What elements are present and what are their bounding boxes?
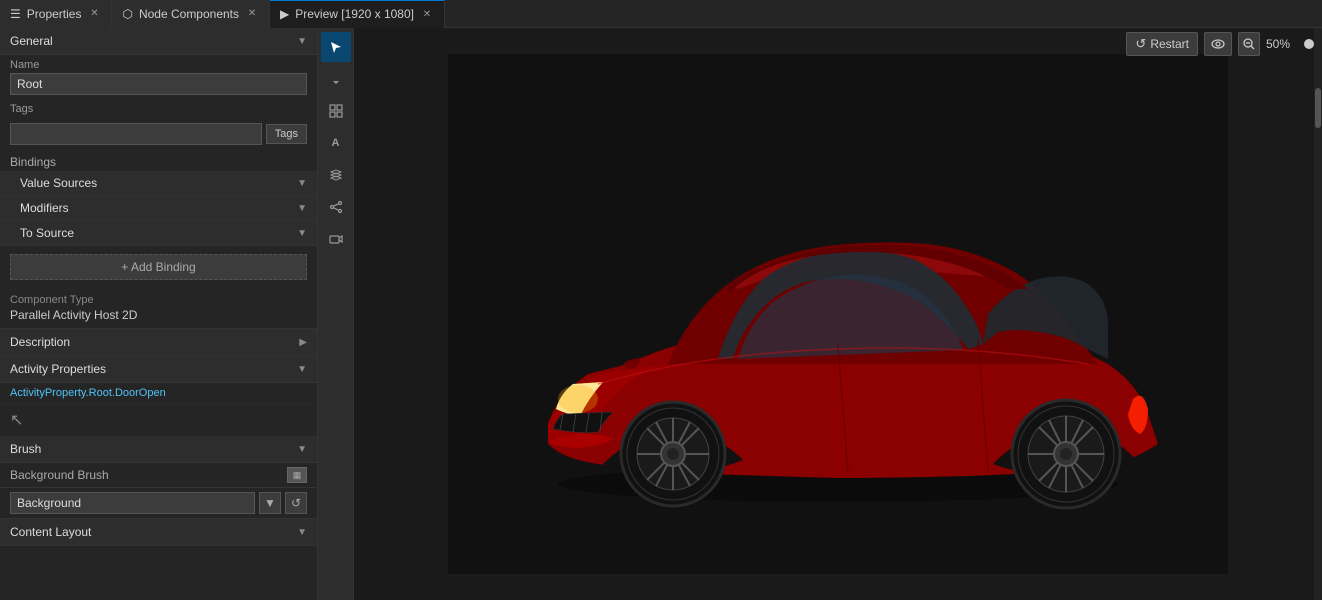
brush-title: Brush (10, 442, 41, 456)
activity-properties-title: Activity Properties (10, 362, 106, 376)
close-properties-tab[interactable]: ✕ (87, 7, 101, 21)
general-collapse-arrow: ▼ (297, 36, 307, 47)
content-layout-arrow: ▼ (297, 527, 307, 538)
camera-tool[interactable] (321, 224, 351, 254)
grid-tool[interactable] (321, 96, 351, 126)
cursor-indicator: ↖ (0, 404, 317, 436)
activity-property-value: ActivityProperty.Root.DoorOpen (0, 383, 317, 404)
content-layout-header[interactable]: Content Layout ▼ (0, 519, 317, 546)
restart-icon: ↺ (1135, 36, 1146, 52)
description-title: Description (10, 335, 70, 349)
tags-row: Tags (0, 119, 317, 149)
name-property: Name (0, 55, 317, 99)
left-panel: General ▼ Name Tags Tags Bindings Value … (0, 28, 318, 600)
tags-label: Tags (10, 103, 307, 115)
tab-node-components[interactable]: ⬡ Node Components ✕ (112, 0, 270, 28)
to-source-arrow: ▼ (297, 228, 307, 239)
visibility-button[interactable] (1204, 32, 1232, 56)
background-dropdown[interactable]: Background (10, 492, 255, 514)
dot-indicator (1304, 39, 1314, 49)
background-brush-row: Background Brush ▦ (0, 463, 317, 488)
activity-properties-arrow: ▼ (297, 364, 307, 375)
zoom-value: 50% (1266, 37, 1298, 51)
modifiers-header[interactable]: Modifiers ▼ (0, 196, 317, 221)
tags-input[interactable] (10, 123, 262, 145)
value-sources-arrow: ▼ (297, 178, 307, 189)
tab-preview[interactable]: ▶ Preview [1920 x 1080] ✕ (270, 0, 445, 28)
to-source-header[interactable]: To Source ▼ (0, 221, 317, 246)
car-preview (354, 28, 1322, 600)
text-tool[interactable]: A (321, 128, 351, 158)
description-section-header[interactable]: Description ▶ (0, 329, 317, 356)
list-icon: ☰ (10, 7, 21, 21)
tags-property: Tags (0, 99, 317, 119)
close-node-components-tab[interactable]: ✕ (245, 7, 259, 21)
dropdown-arrow-button[interactable]: ▼ (259, 492, 281, 514)
bindings-label: Bindings (0, 149, 317, 171)
right-area: A (318, 28, 1322, 600)
name-label: Name (10, 59, 307, 71)
play-icon: ▶ (280, 7, 289, 21)
preview-area: ↺ Restart 50% (354, 28, 1322, 600)
general-section-header[interactable]: General ▼ (0, 28, 317, 55)
description-expand-arrow: ▶ (299, 337, 307, 348)
arrow-tool[interactable] (321, 64, 351, 94)
modifiers-title: Modifiers (20, 201, 69, 215)
main-layout: General ▼ Name Tags Tags Bindings Value … (0, 28, 1322, 600)
brush-collapse-arrow: ▼ (297, 444, 307, 455)
background-brush-icon[interactable]: ▦ (287, 467, 307, 483)
close-preview-tab[interactable]: ✕ (420, 7, 434, 21)
layers-tool[interactable] (321, 160, 351, 190)
reset-background-button[interactable]: ↺ (285, 492, 307, 514)
tab-bar: ☰ Properties ✕ ⬡ Node Components ✕ ▶ Pre… (0, 0, 1322, 28)
to-source-title: To Source (20, 226, 74, 240)
vertical-toolbar: A (318, 28, 354, 600)
share-tool[interactable] (321, 192, 351, 222)
activity-properties-header[interactable]: Activity Properties ▼ (0, 356, 317, 383)
content-layout-title: Content Layout (10, 525, 91, 539)
node-icon: ⬡ (122, 7, 132, 21)
car-svg (448, 54, 1228, 574)
component-type-label: Component Type (10, 294, 307, 306)
select-cursor-tool[interactable] (321, 32, 351, 62)
component-type-section: Component Type Parallel Activity Host 2D (0, 288, 317, 329)
general-title: General (10, 34, 53, 48)
restart-button[interactable]: ↺ Restart (1126, 32, 1198, 56)
value-sources-title: Value Sources (20, 176, 97, 190)
preview-scrollbar[interactable] (1314, 28, 1322, 600)
tab-properties[interactable]: ☰ Properties ✕ (0, 0, 112, 28)
name-input[interactable] (10, 73, 307, 95)
tags-button[interactable]: Tags (266, 124, 307, 144)
background-dropdown-row: Background ▼ ↺ (0, 488, 317, 519)
component-type-value: Parallel Activity Host 2D (10, 308, 307, 322)
modifiers-arrow: ▼ (297, 203, 307, 214)
preview-toolbar: ↺ Restart 50% (1118, 28, 1322, 60)
background-brush-label: Background Brush (10, 468, 109, 482)
value-sources-header[interactable]: Value Sources ▼ (0, 171, 317, 196)
scrollbar-thumb[interactable] (1315, 88, 1321, 128)
add-binding-button[interactable]: + Add Binding (10, 254, 307, 280)
brush-section-header[interactable]: Brush ▼ (0, 436, 317, 463)
zoom-button[interactable] (1238, 32, 1260, 56)
